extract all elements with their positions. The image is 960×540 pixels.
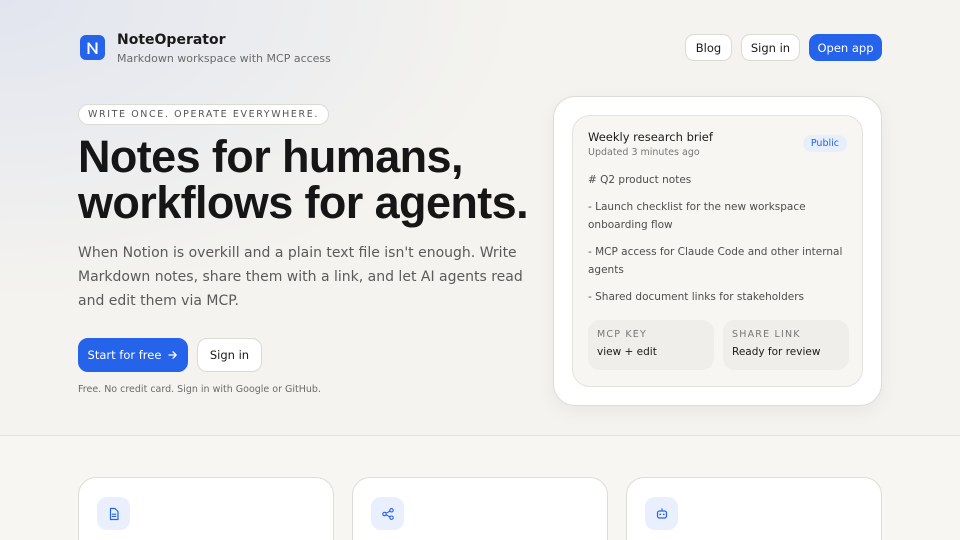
document-preview: Weekly research brief Updated 3 minutes … <box>572 115 863 387</box>
headline-line-2: workflows for agents. <box>78 177 529 228</box>
document-meta-chips: MCP KEY view + edit SHARE LINK Ready for… <box>588 320 849 370</box>
hero-description: When Notion is overkill and a plain text… <box>78 245 523 309</box>
brand-tagline: Markdown workspace with MCP access <box>117 52 331 65</box>
document-line: # Q2 product notes <box>588 174 692 186</box>
chip-value: Ready for review <box>732 346 821 358</box>
blog-button[interactable]: Blog <box>685 34 732 61</box>
mcp-key-chip: MCP KEY view + edit <box>588 320 714 370</box>
open-app-button[interactable]: Open app <box>809 34 882 61</box>
hero-cta-row: Start for free Sign in <box>78 338 262 372</box>
feature-card-sharing <box>352 477 608 540</box>
share-link-chip: SHARE LINK Ready for review <box>723 320 849 370</box>
document-body: # Q2 product notes - Launch checklist fo… <box>588 171 850 315</box>
hero-fineprint: Free. No credit card. Sign in with Googl… <box>78 384 321 395</box>
feature-cards <box>78 477 882 540</box>
chip-label: MCP KEY <box>597 329 648 340</box>
chip-label: SHARE LINK <box>732 329 801 340</box>
hero-sign-in-button[interactable]: Sign in <box>197 338 262 372</box>
document-icon <box>97 497 130 530</box>
document-line: - MCP access for Claude Code and other i… <box>588 246 843 276</box>
hero-headline: Notes for humans, workflows for agents. <box>78 134 548 226</box>
share-icon <box>371 497 404 530</box>
arrow-right-icon <box>168 351 178 359</box>
feature-card-markdown <box>78 477 334 540</box>
document-title: Weekly research brief <box>588 130 713 144</box>
feature-card-agents <box>626 477 882 540</box>
chip-value: view + edit <box>597 346 657 358</box>
start-for-free-label: Start for free <box>87 348 162 362</box>
logo-icon[interactable] <box>80 35 105 60</box>
document-line: - Launch checklist for the new workspace… <box>588 201 806 231</box>
document-preview-card: Weekly research brief Updated 3 minutes … <box>553 96 882 406</box>
start-for-free-button[interactable]: Start for free <box>78 338 188 372</box>
brand-name[interactable]: NoteOperator <box>117 32 226 48</box>
visibility-badge: Public <box>802 135 847 152</box>
headline-line-1: Notes for humans, <box>78 131 463 182</box>
hero-eyebrow: WRITE ONCE. OPERATE EVERYWHERE. <box>78 104 329 125</box>
document-line: - Shared document links for stakeholders <box>588 291 804 303</box>
site-header: NoteOperator Markdown workspace with MCP… <box>80 32 882 65</box>
document-updated-time: Updated 3 minutes ago <box>588 147 700 158</box>
robot-icon <box>645 497 678 530</box>
top-nav: Blog Sign in Open app <box>685 34 882 61</box>
sign-in-button[interactable]: Sign in <box>741 34 800 61</box>
